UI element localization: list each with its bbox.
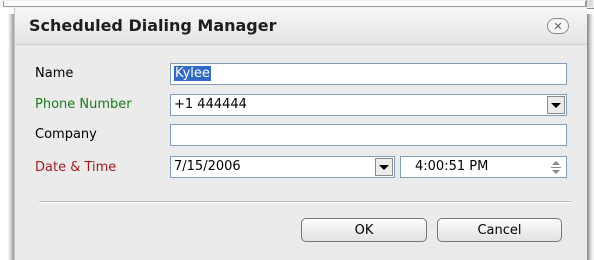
date-dropdown-button[interactable] — [375, 158, 393, 176]
resize-grip-icon — [586, 0, 593, 7]
close-icon: ✕ — [553, 19, 563, 33]
spin-up-icon[interactable] — [552, 160, 560, 165]
name-field[interactable]: Kylee — [170, 63, 567, 85]
name-value: Kylee — [174, 66, 211, 81]
company-field[interactable] — [170, 124, 567, 146]
spin-divider — [551, 166, 561, 168]
phone-dropdown-button[interactable] — [547, 96, 565, 114]
dialog-title: Scheduled Dialing Manager — [29, 16, 277, 35]
chevron-down-icon — [551, 102, 561, 108]
dialog-shadow — [586, 14, 594, 260]
company-label: Company — [35, 127, 97, 142]
divider — [39, 201, 571, 203]
time-value: 4:00:51 PM — [415, 159, 489, 174]
time-spinner-buttons[interactable] — [547, 158, 565, 176]
date-value: 7/15/2006 — [174, 159, 241, 174]
cancel-button[interactable]: Cancel — [437, 218, 562, 242]
dialog-titlebar[interactable]: Scheduled Dialing Manager ✕ — [15, 8, 587, 45]
spin-down-icon[interactable] — [552, 169, 560, 174]
chevron-down-icon — [379, 164, 389, 170]
ok-button[interactable]: OK — [301, 218, 427, 242]
date-time-label: Date & Time — [35, 160, 117, 175]
background-window-frame — [3, 1, 586, 7]
phone-number-combobox[interactable]: +1 444444 — [170, 94, 567, 116]
close-button[interactable]: ✕ — [547, 18, 569, 34]
date-picker[interactable]: 7/15/2006 — [170, 156, 395, 178]
name-label: Name — [35, 66, 74, 81]
phone-number-value: +1 444444 — [174, 97, 247, 112]
phone-number-label: Phone Number — [35, 97, 132, 112]
time-spinner[interactable]: 4:00:51 PM — [400, 156, 567, 178]
scheduled-dialing-dialog: Scheduled Dialing Manager ✕ Name Kylee P… — [14, 8, 587, 260]
